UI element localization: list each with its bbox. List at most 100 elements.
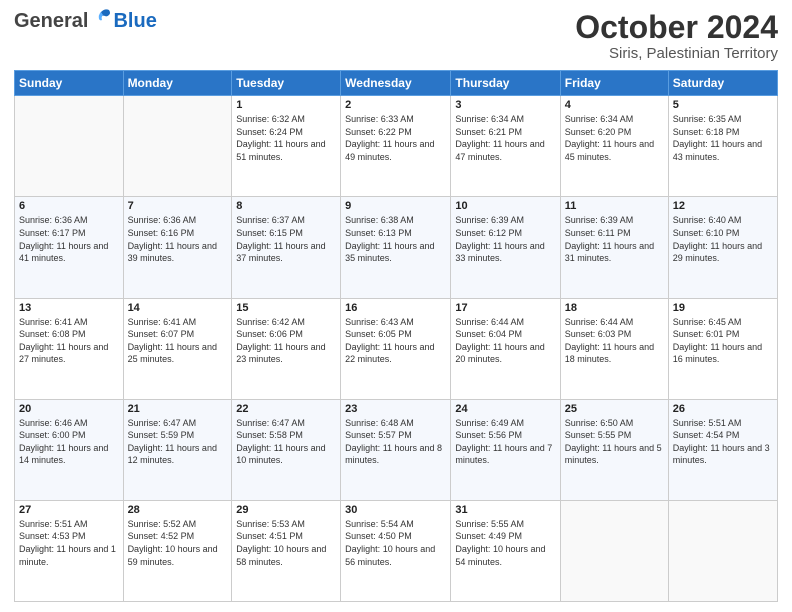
day-info: Sunrise: 6:46 AM Sunset: 6:00 PM Dayligh… <box>19 417 119 467</box>
day-info: Sunrise: 6:47 AM Sunset: 5:58 PM Dayligh… <box>236 417 336 467</box>
day-info: Sunrise: 6:39 AM Sunset: 6:12 PM Dayligh… <box>455 214 555 264</box>
day-number: 6 <box>19 200 119 212</box>
calendar-header-friday: Friday <box>560 71 668 96</box>
calendar-cell <box>560 500 668 601</box>
calendar-cell: 24Sunrise: 6:49 AM Sunset: 5:56 PM Dayli… <box>451 399 560 500</box>
calendar-week-row: 27Sunrise: 5:51 AM Sunset: 4:53 PM Dayli… <box>15 500 778 601</box>
day-number: 4 <box>565 99 664 111</box>
calendar-cell <box>123 96 232 197</box>
calendar-cell: 13 Sunrise: 6:41 AM Sunset: 6:08 PM Dayli… <box>15 298 124 399</box>
day-number: 11 <box>565 200 664 212</box>
day-number: 14 <box>128 302 228 314</box>
day-info: Sunrise: 6:39 AM Sunset: 6:11 PM Dayligh… <box>565 214 664 264</box>
day-number: 24 <box>455 403 555 415</box>
calendar-header-monday: Monday <box>123 71 232 96</box>
day-number: 29 <box>236 504 336 516</box>
day-number: 8 <box>236 200 336 212</box>
day-number: 17 <box>455 302 555 314</box>
day-number: 13 <box>19 302 119 314</box>
day-number: 12 <box>673 200 773 212</box>
day-info: Sunrise: 5:51 AM Sunset: 4:53 PM Dayligh… <box>19 518 119 568</box>
day-number: 20 <box>19 403 119 415</box>
day-info: Sunrise: 6:36 AM Sunset: 6:17 PM Dayligh… <box>19 214 119 264</box>
title-block: October 2024 Siris, Palestinian Territor… <box>575 10 778 62</box>
day-info: Sunrise: 5:52 AM Sunset: 4:52 PM Dayligh… <box>128 518 228 568</box>
calendar-cell: 18 Sunrise: 6:44 AM Sunset: 6:03 PM Dayli… <box>560 298 668 399</box>
day-number: 19 <box>673 302 773 314</box>
calendar-cell: 10 Sunrise: 6:39 AM Sunset: 6:12 PM Dayli… <box>451 197 560 298</box>
calendar-cell: 25Sunrise: 6:50 AM Sunset: 5:55 PM Dayli… <box>560 399 668 500</box>
calendar-header-tuesday: Tuesday <box>232 71 341 96</box>
day-info: Sunrise: 6:47 AM Sunset: 5:59 PM Dayligh… <box>128 417 228 467</box>
calendar-cell: 1 Sunrise: 6:32 AM Sunset: 6:24 PM Daylig… <box>232 96 341 197</box>
day-info: Sunrise: 5:51 AM Sunset: 4:54 PM Dayligh… <box>673 417 773 467</box>
calendar-cell: 30Sunrise: 5:54 AM Sunset: 4:50 PM Dayli… <box>341 500 451 601</box>
calendar-cell: 2 Sunrise: 6:33 AM Sunset: 6:22 PM Daylig… <box>341 96 451 197</box>
day-info: Sunrise: 5:53 AM Sunset: 4:51 PM Dayligh… <box>236 518 336 568</box>
calendar-cell: 28 Sunrise: 5:52 AM Sunset: 4:52 PM Dayli… <box>123 500 232 601</box>
calendar-cell: 6 Sunrise: 6:36 AM Sunset: 6:17 PM Daylig… <box>15 197 124 298</box>
day-info: Sunrise: 6:45 AM Sunset: 6:01 PM Dayligh… <box>673 316 773 366</box>
day-number: 23 <box>345 403 446 415</box>
day-info: Sunrise: 6:38 AM Sunset: 6:13 PM Dayligh… <box>345 214 446 264</box>
calendar-cell: 31 Sunrise: 5:55 AM Sunset: 4:49 PM Dayli… <box>451 500 560 601</box>
day-info: Sunrise: 6:37 AM Sunset: 6:15 PM Dayligh… <box>236 214 336 264</box>
calendar-cell: 7 Sunrise: 6:36 AM Sunset: 6:16 PM Daylig… <box>123 197 232 298</box>
calendar-header-saturday: Saturday <box>668 71 777 96</box>
page: General Blue October 2024 Siris, Palesti… <box>0 0 792 612</box>
day-info: Sunrise: 6:34 AM Sunset: 6:21 PM Dayligh… <box>455 113 555 163</box>
day-number: 30 <box>345 504 446 516</box>
day-info: Sunrise: 6:44 AM Sunset: 6:03 PM Dayligh… <box>565 316 664 366</box>
calendar-week-row: 1 Sunrise: 6:32 AM Sunset: 6:24 PM Daylig… <box>15 96 778 197</box>
calendar-week-row: 6 Sunrise: 6:36 AM Sunset: 6:17 PM Daylig… <box>15 197 778 298</box>
calendar-cell: 21Sunrise: 6:47 AM Sunset: 5:59 PM Dayli… <box>123 399 232 500</box>
calendar-week-row: 13 Sunrise: 6:41 AM Sunset: 6:08 PM Dayli… <box>15 298 778 399</box>
day-info: Sunrise: 6:48 AM Sunset: 5:57 PM Dayligh… <box>345 417 446 467</box>
day-number: 28 <box>128 504 228 516</box>
logo-blue: Blue <box>113 10 156 33</box>
logo: General Blue <box>14 10 157 33</box>
day-number: 1 <box>236 99 336 111</box>
calendar-cell <box>15 96 124 197</box>
day-info: Sunrise: 6:43 AM Sunset: 6:05 PM Dayligh… <box>345 316 446 366</box>
day-info: Sunrise: 6:34 AM Sunset: 6:20 PM Dayligh… <box>565 113 664 163</box>
day-info: Sunrise: 6:50 AM Sunset: 5:55 PM Dayligh… <box>565 417 664 467</box>
calendar-cell: 9 Sunrise: 6:38 AM Sunset: 6:13 PM Daylig… <box>341 197 451 298</box>
calendar-header-thursday: Thursday <box>451 71 560 96</box>
calendar-cell: 5Sunrise: 6:35 AM Sunset: 6:18 PM Daylig… <box>668 96 777 197</box>
calendar-cell: 26 Sunrise: 5:51 AM Sunset: 4:54 PM Dayli… <box>668 399 777 500</box>
day-info: Sunrise: 6:36 AM Sunset: 6:16 PM Dayligh… <box>128 214 228 264</box>
header: General Blue October 2024 Siris, Palesti… <box>14 10 778 62</box>
calendar-cell: 22 Sunrise: 6:47 AM Sunset: 5:58 PM Dayli… <box>232 399 341 500</box>
calendar-cell: 11 Sunrise: 6:39 AM Sunset: 6:11 PM Dayli… <box>560 197 668 298</box>
day-info: Sunrise: 5:55 AM Sunset: 4:49 PM Dayligh… <box>455 518 555 568</box>
day-info: Sunrise: 6:35 AM Sunset: 6:18 PM Dayligh… <box>673 113 773 163</box>
calendar-cell: 14Sunrise: 6:41 AM Sunset: 6:07 PM Dayli… <box>123 298 232 399</box>
calendar-cell: 19 Sunrise: 6:45 AM Sunset: 6:01 PM Dayli… <box>668 298 777 399</box>
day-number: 16 <box>345 302 446 314</box>
day-info: Sunrise: 6:40 AM Sunset: 6:10 PM Dayligh… <box>673 214 773 264</box>
calendar-cell: 27Sunrise: 5:51 AM Sunset: 4:53 PM Dayli… <box>15 500 124 601</box>
day-info: Sunrise: 6:44 AM Sunset: 6:04 PM Dayligh… <box>455 316 555 366</box>
calendar-cell: 3Sunrise: 6:34 AM Sunset: 6:21 PM Daylig… <box>451 96 560 197</box>
logo-bird-icon <box>91 6 113 33</box>
day-number: 31 <box>455 504 555 516</box>
day-number: 22 <box>236 403 336 415</box>
calendar-cell: 17 Sunrise: 6:44 AM Sunset: 6:04 PM Dayli… <box>451 298 560 399</box>
day-number: 18 <box>565 302 664 314</box>
calendar-table: SundayMondayTuesdayWednesdayThursdayFrid… <box>14 70 778 602</box>
month-title: October 2024 <box>575 10 778 45</box>
day-number: 10 <box>455 200 555 212</box>
day-info: Sunrise: 6:33 AM Sunset: 6:22 PM Dayligh… <box>345 113 446 163</box>
calendar-cell: 12 Sunrise: 6:40 AM Sunset: 6:10 PM Dayli… <box>668 197 777 298</box>
day-number: 15 <box>236 302 336 314</box>
day-number: 9 <box>345 200 446 212</box>
day-number: 7 <box>128 200 228 212</box>
day-number: 26 <box>673 403 773 415</box>
day-info: Sunrise: 6:32 AM Sunset: 6:24 PM Dayligh… <box>236 113 336 163</box>
day-info: Sunrise: 6:41 AM Sunset: 6:08 PM Dayligh… <box>19 316 119 366</box>
calendar-cell: 23 Sunrise: 6:48 AM Sunset: 5:57 PM Dayli… <box>341 399 451 500</box>
day-number: 2 <box>345 99 446 111</box>
day-info: Sunrise: 6:42 AM Sunset: 6:06 PM Dayligh… <box>236 316 336 366</box>
calendar-header-sunday: Sunday <box>15 71 124 96</box>
